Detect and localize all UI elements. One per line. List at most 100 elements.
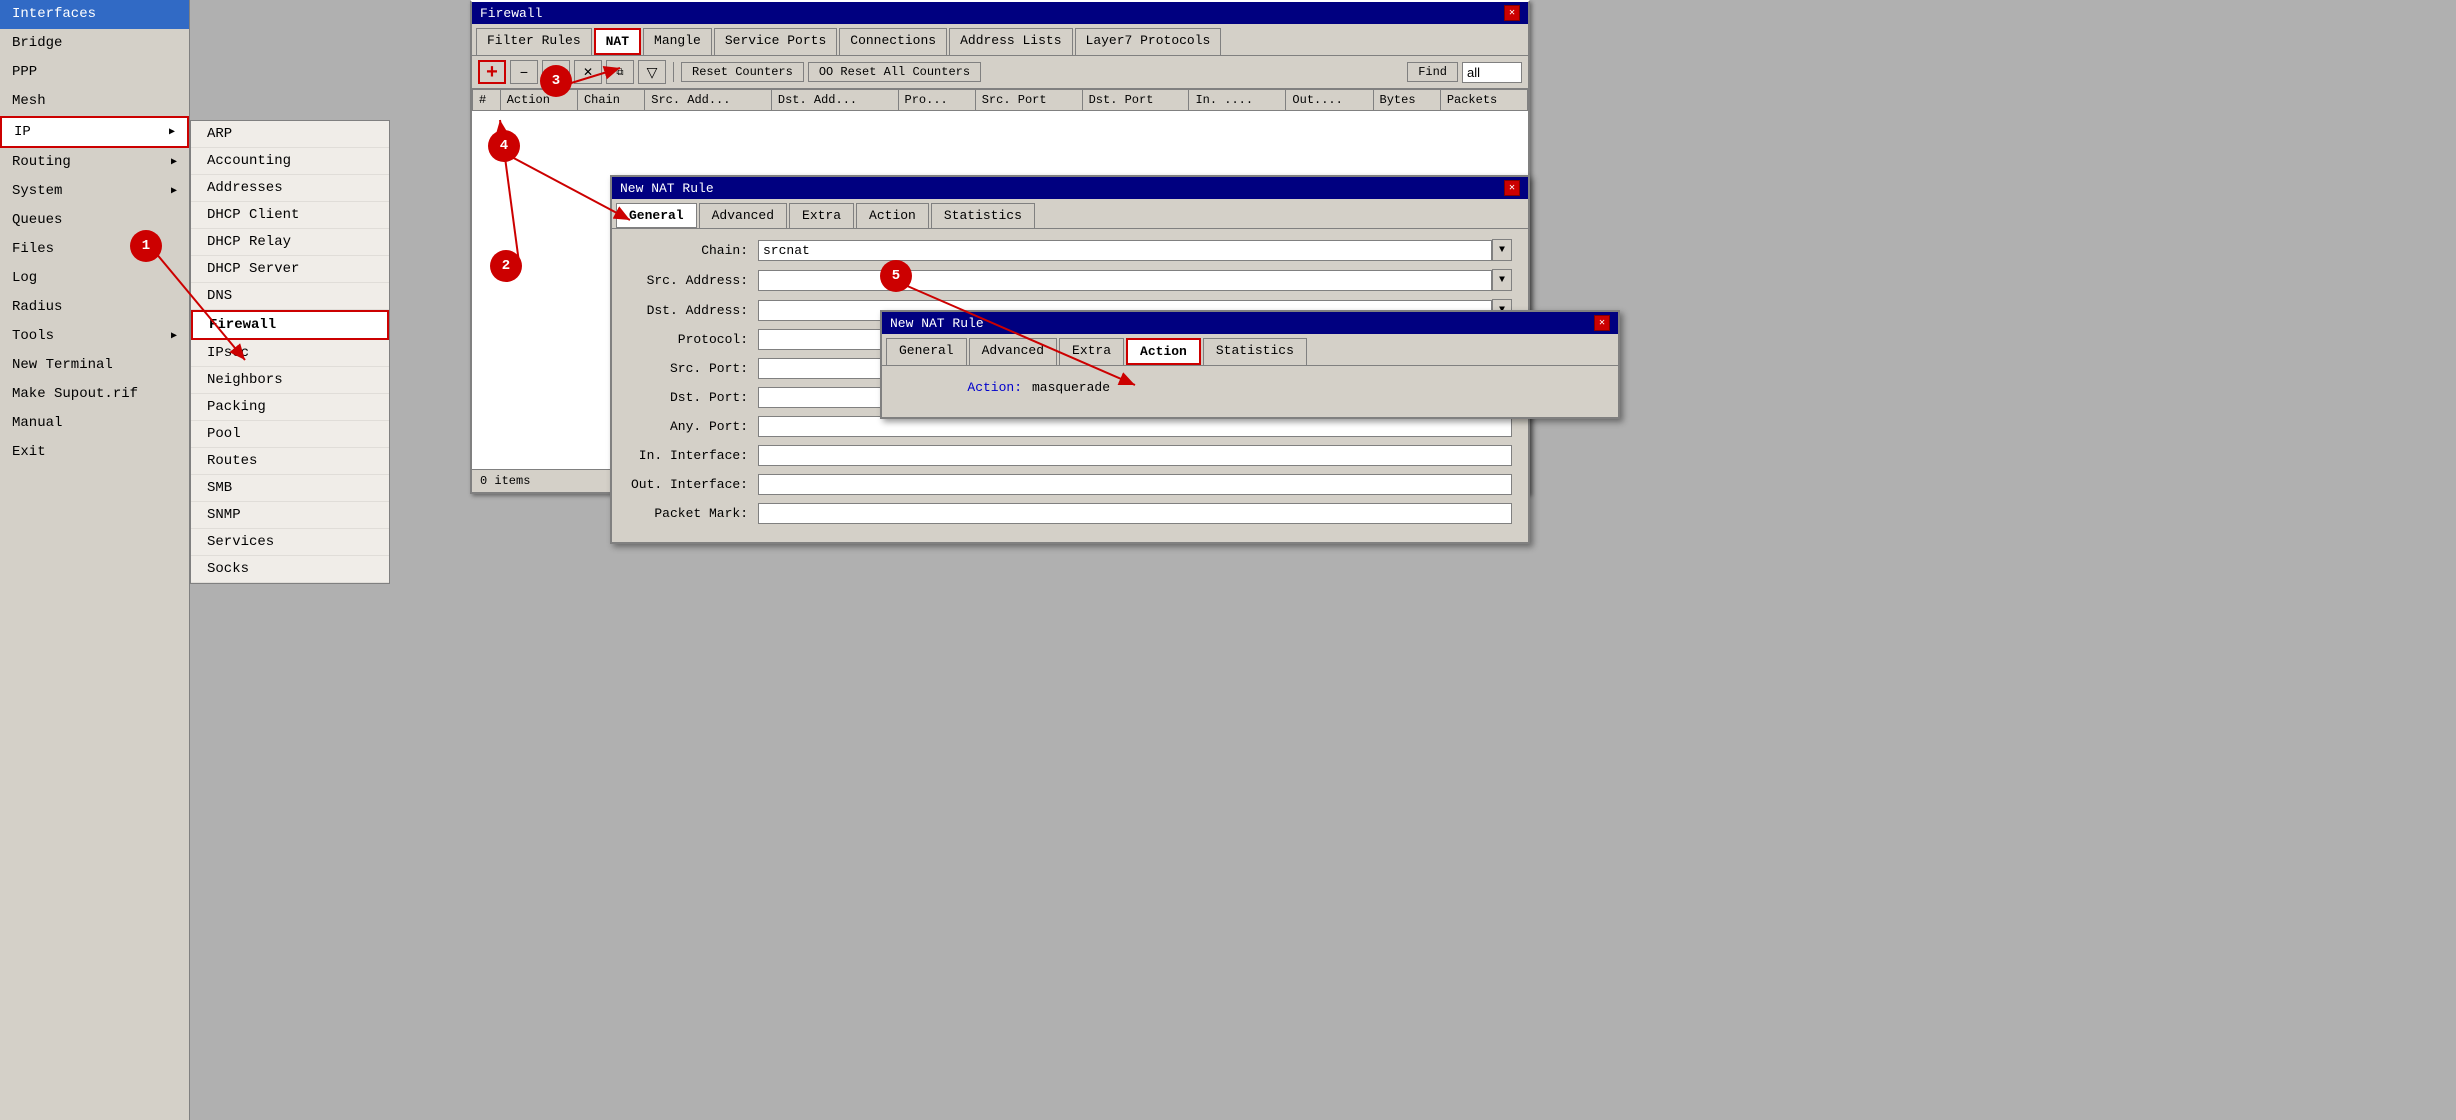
nat2-tab-statistics[interactable]: Statistics [1203,338,1307,365]
nat-tab-extra[interactable]: Extra [789,203,854,228]
sidebar-label-tools: Tools [12,328,54,344]
action-row: Action: masquerade [902,380,1598,395]
in-interface-label: In. Interface: [628,448,758,463]
firewall-toolbar: + − ✓ ✕ ⧉ ▽ Reset Counters OO Reset All … [472,56,1528,89]
sidebar-label-make-supout: Make Supout.rif [12,386,138,402]
submenu-packing[interactable]: Packing [191,394,389,421]
annotation-circle-4: 4 [488,130,520,162]
nat-rule-close-1[interactable]: ✕ [1504,180,1520,196]
packet-mark-label: Packet Mark: [628,506,758,521]
tab-service-ports[interactable]: Service Ports [714,28,837,55]
nat-rule-title-2: New NAT Rule [890,316,984,331]
firewall-close-button[interactable]: ✕ [1504,5,1520,21]
chain-input[interactable] [758,240,1492,261]
tab-filter-rules[interactable]: Filter Rules [476,28,592,55]
find-button[interactable]: Find [1407,62,1458,82]
sidebar-label-bridge: Bridge [12,35,62,51]
nat-rule-tabs-2: General Advanced Extra Action Statistics [882,334,1618,366]
nat-rule-tabs-1: General Advanced Extra Action Statistics [612,199,1528,229]
cross-button[interactable]: ✕ [574,60,602,84]
sidebar-item-tools[interactable]: Tools ▶ [0,322,189,351]
submenu-dhcp-client[interactable]: DHCP Client [191,202,389,229]
col-dst-addr: Dst. Add... [771,90,898,111]
src-port-label: Src. Port: [628,361,758,376]
col-bytes: Bytes [1373,90,1440,111]
col-hash: # [473,90,501,111]
submenu-services[interactable]: Services [191,529,389,556]
dst-port-label: Dst. Port: [628,390,758,405]
out-interface-label: Out. Interface: [628,477,758,492]
in-interface-row: In. Interface: [628,445,1512,466]
nat2-tab-advanced[interactable]: Advanced [969,338,1057,365]
submenu-snmp[interactable]: SNMP [191,502,389,529]
submenu-addresses[interactable]: Addresses [191,175,389,202]
tab-address-lists[interactable]: Address Lists [949,28,1072,55]
packet-mark-input[interactable] [758,503,1512,524]
out-interface-input[interactable] [758,474,1512,495]
sidebar-item-interfaces[interactable]: Interfaces [0,0,189,29]
sidebar-item-ppp[interactable]: PPP [0,58,189,87]
in-interface-input[interactable] [758,445,1512,466]
src-address-dropdown[interactable]: ▼ [1492,269,1512,291]
col-pro: Pro... [898,90,975,111]
submenu-socks[interactable]: Socks [191,556,389,583]
sidebar-item-routing[interactable]: Routing ▶ [0,148,189,177]
submenu-routes[interactable]: Routes [191,448,389,475]
sidebar-item-system[interactable]: System ▶ [0,177,189,206]
tab-mangle[interactable]: Mangle [643,28,712,55]
submenu-arp[interactable]: ARP [191,121,389,148]
sidebar-item-log[interactable]: Log [0,264,189,293]
sidebar-label-manual: Manual [12,415,62,431]
submenu-pool[interactable]: Pool [191,421,389,448]
ip-submenu: ARP Accounting Addresses DHCP Client DHC… [190,120,390,584]
sidebar-item-queues[interactable]: Queues [0,206,189,235]
submenu-dhcp-server[interactable]: DHCP Server [191,256,389,283]
src-address-input[interactable] [758,270,1492,291]
find-input[interactable] [1462,62,1522,83]
annotation-circle-1: 1 [130,230,162,262]
submenu-smb[interactable]: SMB [191,475,389,502]
tab-layer7[interactable]: Layer7 Protocols [1075,28,1222,55]
submenu-ipsec[interactable]: IPsec [191,340,389,367]
sidebar-item-ip[interactable]: IP ▶ [0,116,189,148]
submenu-dhcp-relay[interactable]: DHCP Relay [191,229,389,256]
submenu-accounting[interactable]: Accounting [191,148,389,175]
reset-counters-button[interactable]: Reset Counters [681,62,804,82]
sidebar-item-exit[interactable]: Exit [0,438,189,467]
sidebar-item-bridge[interactable]: Bridge [0,29,189,58]
copy-button[interactable]: ⧉ [606,60,634,84]
nat-tab-advanced[interactable]: Advanced [699,203,787,228]
sidebar-label-queues: Queues [12,212,62,228]
nat-rule-close-2[interactable]: ✕ [1594,315,1610,331]
submenu-neighbors[interactable]: Neighbors [191,367,389,394]
nat-rule-titlebar-1: New NAT Rule ✕ [612,177,1528,199]
sidebar-item-radius[interactable]: Radius [0,293,189,322]
nat-tab-general[interactable]: General [616,203,697,228]
routing-arrow-icon: ▶ [171,156,177,168]
nat-tab-statistics[interactable]: Statistics [931,203,1035,228]
reset-all-counters-button[interactable]: OO Reset All Counters [808,62,981,82]
submenu-firewall[interactable]: Firewall [191,310,389,340]
annotation-circle-5: 5 [880,260,912,292]
nat2-tab-general[interactable]: General [886,338,967,365]
chain-dropdown-icon[interactable]: ▼ [1492,239,1512,261]
tools-arrow-icon: ▶ [171,330,177,342]
col-out: Out.... [1286,90,1373,111]
any-port-row: Any. Port: [628,416,1512,437]
col-packets: Packets [1440,90,1527,111]
nat-tab-action[interactable]: Action [856,203,929,228]
sidebar-item-make-supout[interactable]: Make Supout.rif [0,380,189,409]
submenu-dns[interactable]: DNS [191,283,389,310]
add-button[interactable]: + [478,60,506,84]
nat2-tab-extra[interactable]: Extra [1059,338,1124,365]
sidebar-item-manual[interactable]: Manual [0,409,189,438]
filter-button[interactable]: ▽ [638,60,666,84]
src-address-label: Src. Address: [628,273,758,288]
tab-connections[interactable]: Connections [839,28,947,55]
nat2-tab-action[interactable]: Action [1126,338,1201,365]
sidebar-item-mesh[interactable]: Mesh [0,87,189,116]
remove-button[interactable]: − [510,60,538,84]
any-port-input[interactable] [758,416,1512,437]
sidebar-item-new-terminal[interactable]: New Terminal [0,351,189,380]
tab-nat[interactable]: NAT [594,28,641,55]
